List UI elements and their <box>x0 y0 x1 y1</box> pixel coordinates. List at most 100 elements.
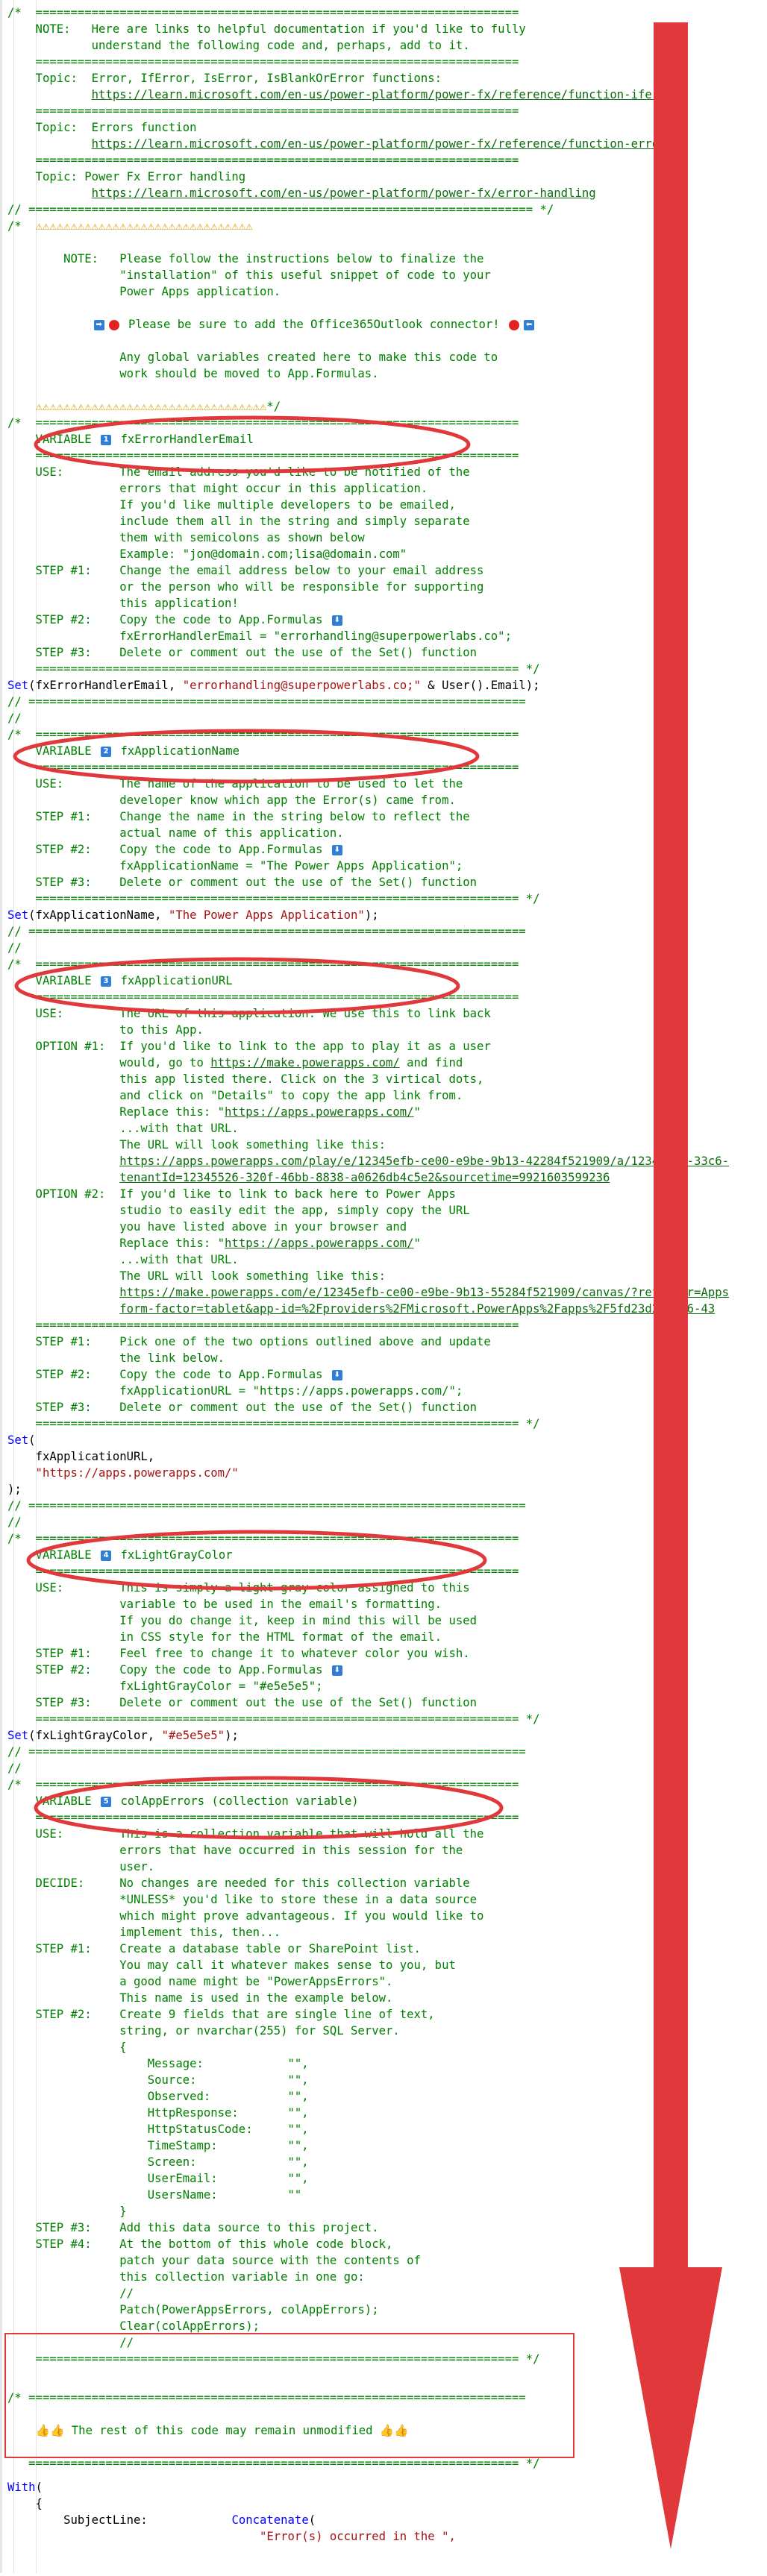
code-line[interactable]: ========================================… <box>7 2351 540 2367</box>
code-line[interactable]: VARIABLE 1 fxErrorHandlerEmail <box>7 431 254 447</box>
code-line[interactable]: STEP #3: Delete or comment out the use o… <box>7 874 477 890</box>
code-line[interactable]: or the person who will be responsible fo… <box>7 579 483 595</box>
code-line[interactable]: Example: "jon@domain.com;lisa@domain.com… <box>7 546 407 562</box>
code-line[interactable]: /* =====================================… <box>7 956 519 973</box>
code-line[interactable]: Topic: Error, IfError, IsError, IsBlankO… <box>7 70 442 87</box>
code-line[interactable]: // =====================================… <box>7 923 526 940</box>
code-line[interactable]: TimeStamp: "", <box>7 2137 309 2154</box>
code-editor[interactable]: /* =====================================… <box>0 0 767 2573</box>
code-line[interactable]: STEP #1: Pick one of the two options out… <box>7 1333 491 1350</box>
code-line[interactable]: STEP #2: Copy the code to App.Formulas ⬇ <box>7 1662 345 1678</box>
code-line[interactable]: STEP #2: Copy the code to App.Formulas ⬇ <box>7 612 345 628</box>
code-line[interactable]: "Error(s) occurred in the ", <box>7 2528 456 2545</box>
doc-link[interactable]: https://apps.powerapps.com/ <box>225 1237 413 1250</box>
code-line[interactable]: ========================================… <box>7 759 519 776</box>
code-line[interactable]: 👍👍 The rest of this code may remain unmo… <box>7 2422 409 2439</box>
code-line[interactable]: to this App. <box>7 1022 204 1038</box>
code-line[interactable]: STEP #3: Delete or comment out the use o… <box>7 644 477 661</box>
code-line[interactable]: ⚠⚠⚠⚠⚠⚠⚠⚠⚠⚠⚠⚠⚠⚠⚠⚠⚠⚠⚠⚠⚠⚠⚠⚠⚠⚠⚠⚠⚠⚠⚠⚠⚠*/ <box>7 398 281 415</box>
doc-link[interactable]: https://apps.powerapps.com/play/e/12345e… <box>119 1155 729 1168</box>
code-line[interactable]: USE: The email address you'd like to be … <box>7 464 470 480</box>
code-line[interactable]: USE: The URL of this application. We use… <box>7 1005 491 1022</box>
code-line[interactable]: STEP #1: Feel free to change it to whate… <box>7 1645 470 1662</box>
code-line[interactable]: VARIABLE 2 fxApplicationName <box>7 743 240 759</box>
code-line[interactable]: The URL will look something like this: <box>7 1268 386 1284</box>
code-line[interactable]: DECIDE: No changes are needed for this c… <box>7 1875 470 1891</box>
code-line[interactable]: SubjectLine: Concatenate( <box>7 2512 316 2528</box>
code-line[interactable]: variable to be used in the email's forma… <box>7 1596 442 1612</box>
code-line[interactable]: Topic: Power Fx Error handling <box>7 169 246 185</box>
doc-link[interactable]: https://learn.microsoft.com/en-us/power-… <box>92 88 680 101</box>
code-line[interactable]: in CSS style for the HTML format of the … <box>7 1629 442 1645</box>
code-line[interactable]: This name is used in the example below. <box>7 1990 392 2006</box>
code-line[interactable]: Clear(colAppErrors); <box>7 2318 260 2334</box>
code-line[interactable]: // =====================================… <box>7 1744 526 1760</box>
code-line[interactable]: fxLightGrayColor = "#e5e5e5"; <box>7 1678 322 1694</box>
code-line[interactable]: ========================================… <box>7 661 540 677</box>
code-line[interactable]: user. <box>7 1859 154 1875</box>
code-line[interactable]: Observed: "", <box>7 2088 309 2105</box>
code-line[interactable]: USE: The name of the application to be u… <box>7 776 463 792</box>
doc-link[interactable]: https://make.powerapps.com/ <box>210 1056 399 1069</box>
code-line[interactable]: Power Apps application. <box>7 283 281 300</box>
code-line[interactable]: STEP #1: Create a database table or Shar… <box>7 1941 421 1957</box>
code-line[interactable]: and click on "Details" to copy the app l… <box>7 1087 463 1104</box>
code-line[interactable]: HttpStatusCode: "", <box>7 2121 309 2137</box>
code-line[interactable]: https://make.powerapps.com/e/12345efb-ce… <box>7 1284 729 1301</box>
code-line[interactable]: ➡ Please be sure to add the Office365Out… <box>7 316 536 333</box>
code-line[interactable]: *UNLESS* you'd like to store these in a … <box>7 1891 477 1908</box>
code-line[interactable]: /* =====================================… <box>7 1530 519 1547</box>
code-line[interactable]: The URL will look something like this: <box>7 1137 386 1153</box>
code-line[interactable]: Message: "", <box>7 2055 309 2072</box>
code-line[interactable]: tenantId=12345526-320f-46bb-8838-a0626db… <box>7 1169 610 1186</box>
code-line[interactable]: OPTION #2: If you'd like to link to back… <box>7 1186 456 1202</box>
code-line[interactable]: /* =====================================… <box>7 4 533 21</box>
code-line[interactable]: Any global variables created here to mak… <box>7 349 498 365</box>
code-line[interactable]: ========================================… <box>7 447 519 464</box>
code-line[interactable]: developer know which app the Error(s) ca… <box>7 792 456 808</box>
code-line[interactable]: them with semicolons as shown below <box>7 530 365 546</box>
code-line[interactable]: { <box>7 2495 43 2512</box>
code-line[interactable]: STEP #1: Change the email address below … <box>7 562 484 579</box>
code-line[interactable]: VARIABLE 5 colAppErrors (collection vari… <box>7 1793 359 1809</box>
code-line[interactable]: errors that have occurred in this sessio… <box>7 1842 463 1859</box>
doc-link[interactable]: https://learn.microsoft.com/en-us/power-… <box>92 137 673 151</box>
code-line[interactable]: If you'd like multiple developers to be … <box>7 497 456 513</box>
code-line[interactable]: You may call it whatever makes sense to … <box>7 1957 456 1973</box>
code-line[interactable]: Topic: Errors function <box>7 119 197 136</box>
code-line[interactable]: ========================================… <box>7 1317 519 1333</box>
code-line[interactable]: // =====================================… <box>7 201 554 218</box>
code-line[interactable]: a good name might be "PowerAppsErrors". <box>7 1973 392 1990</box>
code-line[interactable]: STEP #3: Delete or comment out the use o… <box>7 1399 477 1416</box>
code-line[interactable]: } <box>7 2203 126 2220</box>
code-line[interactable]: this collection variable in one go: <box>7 2269 365 2285</box>
code-line[interactable]: you have listed above in your browser an… <box>7 1219 407 1235</box>
code-line[interactable]: // =====================================… <box>7 1498 526 1514</box>
code-line[interactable]: // <box>7 2285 134 2302</box>
code-line[interactable]: STEP #3: Delete or comment out the use o… <box>7 1694 477 1711</box>
code-line[interactable]: Set( <box>7 1432 36 1448</box>
code-line[interactable]: which might prove advantageous. If you w… <box>7 1908 483 1924</box>
code-line[interactable]: USE: This is a collection variable that … <box>7 1826 484 1842</box>
code-line[interactable]: https://learn.microsoft.com/en-us/power-… <box>7 87 680 103</box>
code-line[interactable]: /* =====================================… <box>7 415 519 431</box>
code-line[interactable]: STEP #1: Change the name in the string b… <box>7 808 470 825</box>
code-line[interactable]: STEP #3: Add this data source to this pr… <box>7 2220 379 2236</box>
code-line[interactable]: Source: "", <box>7 2072 309 2088</box>
code-line[interactable]: studio to easily edit the app, simply co… <box>7 1202 469 1219</box>
code-line[interactable]: ========================================… <box>7 103 519 119</box>
code-line[interactable]: would, go to https://make.powerapps.com/… <box>7 1055 463 1071</box>
code-line[interactable]: "https://apps.powerapps.com/" <box>7 1465 239 1481</box>
code-line[interactable]: Screen: "", <box>7 2154 309 2170</box>
code-line[interactable]: ...with that URL. <box>7 1251 239 1268</box>
code-line[interactable]: VARIABLE 3 fxApplicationURL <box>7 973 233 989</box>
code-line[interactable]: STEP #4: At the bottom of this whole cod… <box>7 2236 393 2252</box>
code-line[interactable]: Replace this: "https://apps.powerapps.co… <box>7 1104 421 1120</box>
code-line[interactable]: With( <box>7 2479 43 2495</box>
code-line[interactable]: STEP #2: Create 9 fields that are single… <box>7 2006 435 2023</box>
doc-link[interactable]: https://apps.powerapps.com/ <box>225 1105 413 1119</box>
code-line[interactable]: this application! <box>7 595 239 612</box>
code-line[interactable]: include them all in the string and simpl… <box>7 513 469 530</box>
doc-link[interactable]: https://make.powerapps.com/e/12345efb-ce… <box>119 1286 729 1299</box>
code-line[interactable]: // <box>7 710 22 726</box>
